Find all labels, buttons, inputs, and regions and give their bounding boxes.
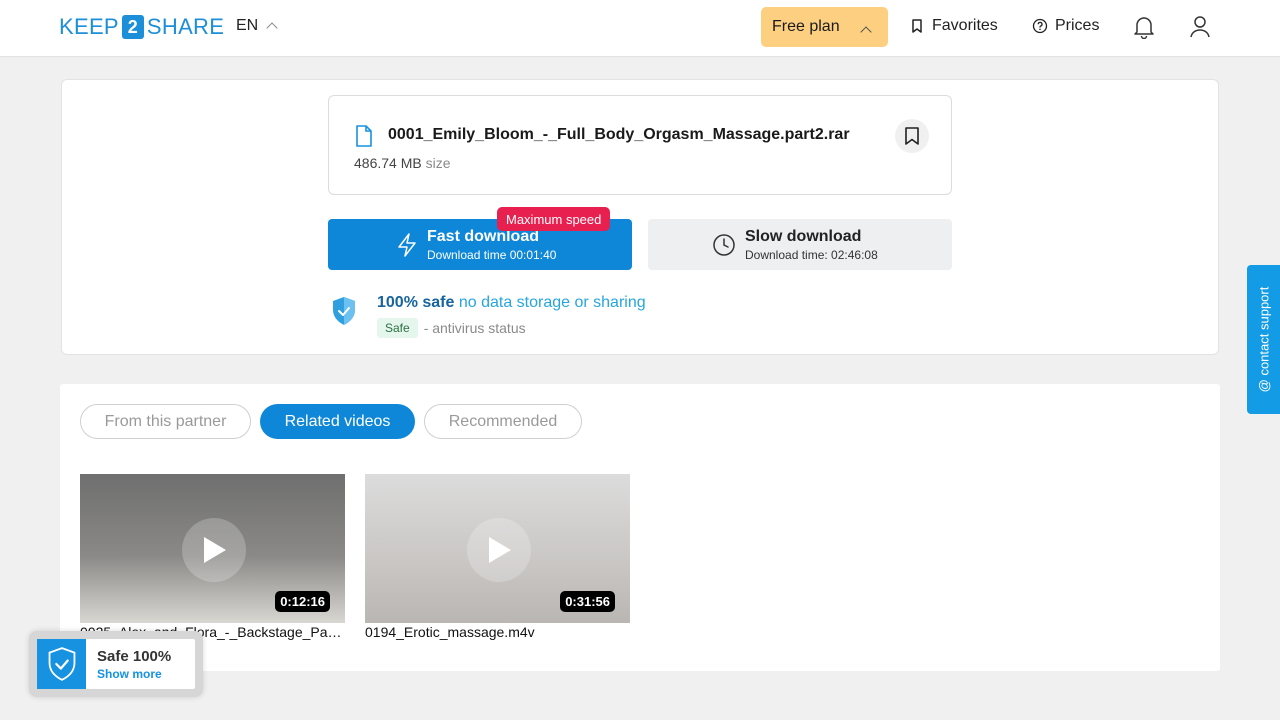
bookmark-icon	[912, 19, 922, 33]
prices-label: Prices	[1055, 17, 1100, 34]
safety-message: 100% safe no data storage or sharing	[377, 294, 646, 312]
file-name: 0001_Emily_Bloom_-_Full_Body_Orgasm_Mass…	[388, 126, 850, 143]
antivirus-status-label: - antivirus status	[423, 320, 526, 336]
safety-bold: 100% safe	[377, 294, 455, 311]
logo-text-left: KEEP	[59, 14, 119, 39]
video-thumbnail[interactable]: 0:31:56	[365, 474, 630, 623]
max-speed-badge: Maximum speed	[497, 207, 611, 231]
tab-recommended[interactable]: Recommended	[424, 404, 582, 439]
antivirus-status: Safe - antivirus status	[377, 318, 526, 338]
play-button[interactable]	[467, 518, 531, 582]
file-info-box: 0001_Emily_Bloom_-_Full_Body_Orgasm_Mass…	[328, 95, 952, 195]
site-logo[interactable]: KEEP 2 SHARE	[59, 14, 224, 40]
tab-from-this-partner[interactable]: From this partner	[80, 404, 251, 439]
file-size: 486.74 MB size	[354, 155, 451, 171]
safety-note: no data storage or sharing	[458, 294, 646, 311]
chevron-up-icon	[266, 22, 278, 34]
video-thumbnail[interactable]: 0:12:16	[80, 474, 345, 623]
lightning-icon	[398, 233, 416, 257]
slow-download-title: Slow download	[745, 228, 862, 245]
video-duration: 0:12:16	[275, 591, 330, 612]
bookmark-icon	[905, 127, 919, 145]
play-button[interactable]	[182, 518, 246, 582]
file-size-label: size	[425, 155, 451, 171]
safe-widget[interactable]: Safe 100% Show more	[29, 631, 203, 697]
file-icon	[356, 125, 372, 147]
video-title[interactable]: 0194_Erotic_massage.m4v	[365, 624, 630, 640]
safe-widget-icon-box	[37, 639, 86, 689]
shield-check-icon	[48, 647, 75, 681]
language-selector[interactable]: EN	[236, 17, 278, 35]
language-label: EN	[236, 17, 259, 34]
favorites-link[interactable]: Favorites	[909, 17, 998, 35]
play-icon	[204, 537, 226, 563]
safe-badge: Safe	[377, 318, 418, 338]
slow-download-time: Download time: 02:46:08	[745, 248, 878, 262]
free-plan-button[interactable]: Free plan	[761, 7, 888, 47]
top-header: KEEP 2 SHARE EN Free plan Favorites Pric…	[0, 0, 1280, 57]
tab-related-videos[interactable]: Related videos	[260, 404, 415, 439]
chevron-up-icon	[860, 26, 872, 38]
shield-check-icon	[333, 297, 355, 325]
contact-support-tab[interactable]: @ contact support	[1247, 265, 1280, 414]
bell-icon[interactable]	[1133, 15, 1155, 39]
clock-icon	[713, 234, 735, 256]
video-duration: 0:31:56	[560, 591, 615, 612]
help-circle-icon	[1032, 18, 1048, 34]
logo-text-right: SHARE	[146, 14, 225, 39]
logo-badge: 2	[121, 15, 144, 39]
safe-widget-title: Safe 100%	[97, 648, 172, 665]
user-icon[interactable]	[1189, 15, 1211, 39]
contact-support-label: @ contact support	[1256, 286, 1272, 393]
slow-download-button[interactable]: Slow download Download time: 02:46:08	[648, 219, 952, 270]
fast-download-time: Download time 00:01:40	[427, 248, 557, 262]
free-plan-label: Free plan	[772, 18, 840, 35]
play-icon	[489, 537, 511, 563]
show-more-link[interactable]: Show more	[97, 667, 162, 681]
prices-link[interactable]: Prices	[1032, 17, 1099, 35]
favorites-label: Favorites	[932, 17, 998, 34]
safe-widget-body: Safe 100% Show more	[37, 639, 195, 689]
file-size-value: 486.74 MB	[354, 155, 422, 171]
bookmark-button[interactable]	[895, 119, 929, 153]
